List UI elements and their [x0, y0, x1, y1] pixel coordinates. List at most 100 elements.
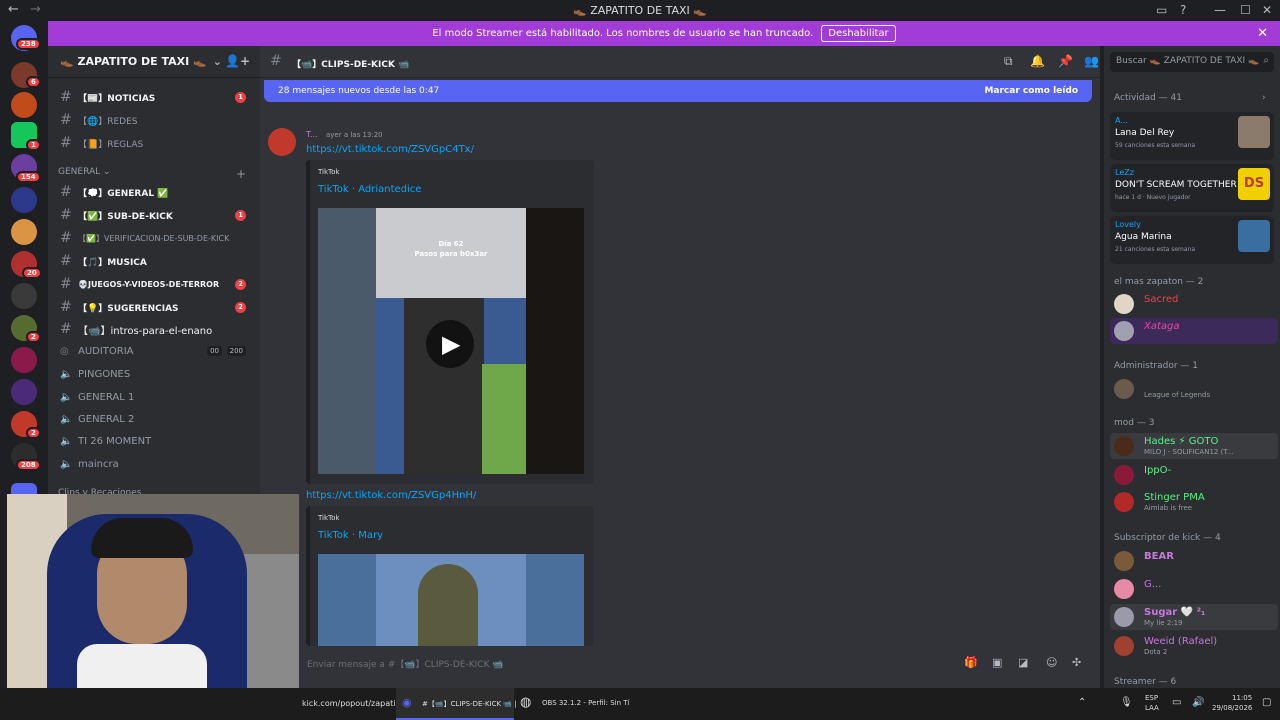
help-icon[interactable]: ? [1180, 3, 1186, 17]
channel-item[interactable]: # 【🎵】MUSICA [48, 250, 260, 272]
invite-people-icon[interactable]: 👤+ [225, 54, 250, 68]
channel-item[interactable]: # 【✅】VERIFICACION-DE-SUB-DE-KICK [48, 227, 260, 249]
voice-channel-item[interactable]: 🔈 TI 26 MOMENT [48, 430, 260, 452]
member-name: Weeid (Rafael) [1144, 636, 1218, 647]
taskbar-obs-item[interactable]: ◍ OBS 32.1.2 - Perfil: Sin Tí [518, 688, 638, 720]
mark-as-read-button[interactable]: Marcar como leído [984, 86, 1078, 96]
keyboard-layout[interactable]: LAA [1145, 704, 1159, 712]
member-item[interactable]: BEAR [1110, 548, 1278, 574]
hash-icon: # [60, 299, 72, 315]
channel-item[interactable]: # 【📙】REGLAS [48, 132, 260, 154]
threads-icon[interactable]: ⧉ [1004, 54, 1013, 69]
video-blur-right [526, 208, 584, 474]
video-thumbnail[interactable]: Día 62 Pasos para b0x3ar ▶ [318, 208, 584, 474]
server-icon[interactable] [11, 92, 37, 118]
apps-icon[interactable]: ✣ [1072, 656, 1081, 669]
embed-title[interactable]: TikTok · Adriantedice [318, 184, 421, 195]
webcam-person-hair [91, 518, 193, 558]
voice-channel-item[interactable]: ◎ AUDITORIA 00 200 [48, 340, 260, 362]
server-icon[interactable] [11, 219, 37, 245]
member-list-icon[interactable]: 👥 [1084, 54, 1099, 68]
channel-item[interactable]: # 【📹】intros-para-el-enano [48, 318, 260, 340]
server-icon[interactable] [11, 379, 37, 405]
gift-icon[interactable]: 🎁 [964, 656, 978, 669]
video-background-object [482, 364, 526, 474]
member-item[interactable]: League of Legends [1110, 376, 1278, 402]
voice-channel-item[interactable]: 🔈 GENERAL 1 [48, 386, 260, 408]
server-icon[interactable] [11, 187, 37, 213]
webcam-overlay [7, 494, 299, 714]
member-item[interactable]: G... [1110, 576, 1278, 602]
taskbar-discord-item[interactable]: ◉ #【📹】CLIPS-DE-KICK 📹 | [396, 688, 517, 720]
embed-title[interactable]: TikTok · Mary [318, 530, 383, 541]
activity-user: Lovely [1115, 220, 1141, 229]
channel-item[interactable]: # 【💡】SUGERENCIAS 2 [48, 296, 260, 318]
channel-name: 【📰】NOTICIAS [78, 93, 156, 104]
close-window-icon[interactable]: ✕ [1262, 3, 1272, 17]
member-item[interactable]: Stinger PMA Aimlab is free [1110, 489, 1278, 515]
member-name: G... [1144, 579, 1162, 590]
video-caption-line2: Pasos para b0x3ar [414, 250, 488, 258]
sticker-icon[interactable]: ◪ [1018, 656, 1028, 669]
voice-channel-item[interactable]: 🔈 PINGONES [48, 363, 260, 385]
member-item[interactable]: Hades ⚡ GOTO MILO J - SOLIFICAN12 (T... [1110, 433, 1278, 459]
channel-item[interactable]: # 💀JUEGOS-Y-VIDEOS-DE-TERROR 2 [48, 273, 260, 295]
member-item[interactable]: IppO- [1110, 462, 1278, 488]
clock-time[interactable]: 11:05 [1232, 694, 1252, 702]
message-composer[interactable]: Enviar mensaje a #【📹】CLIPS-DE-KICK 📹 🎁 ▣… [300, 650, 1100, 676]
tray-chevron-up-icon[interactable]: ⌃ [1078, 697, 1086, 708]
member-item[interactable]: Weeid (Rafael) Dota 2 [1110, 633, 1278, 659]
clock-date[interactable]: 29/08/2026 [1212, 704, 1252, 712]
minimize-icon[interactable]: — [1214, 3, 1226, 17]
activity-card[interactable]: Lovely Agua Marina 21 canciones esta sem… [1110, 216, 1274, 264]
network-icon[interactable]: ▭ [1172, 697, 1181, 708]
channel-item[interactable]: # 【🌐】REDES [48, 109, 260, 131]
language-code[interactable]: ESP [1145, 694, 1158, 702]
stage-icon: ◎ [60, 345, 69, 357]
channel-item[interactable]: # 【📰】NOTICIAS 1 [48, 86, 260, 108]
volume-icon[interactable]: 🔊 [1192, 697, 1204, 708]
play-icon: ▶ [442, 330, 461, 358]
emoji-icon[interactable]: ☺ [1046, 656, 1057, 669]
server-badge: 154 [16, 171, 41, 183]
inbox-icon[interactable]: ▭ [1156, 3, 1167, 17]
taskbar-browser-item[interactable]: kick.com/popout/zapati [302, 699, 396, 708]
search-input[interactable]: Buscar 👞 ZAPATITO DE TAXI 👞 ⌕ [1110, 52, 1274, 72]
activity-label: Actividad — 41 [1114, 93, 1182, 103]
chevron-right-icon[interactable]: › [1262, 93, 1266, 103]
gif-icon[interactable]: ▣ [992, 656, 1002, 669]
activity-subtitle: hace 1 d · Nuevo jugador [1115, 194, 1191, 201]
activity-header[interactable]: Actividad — 41 › [1114, 93, 1266, 103]
member-status: My lie 2:19 [1144, 619, 1183, 627]
avatar[interactable] [268, 128, 296, 156]
member-name: Sacred [1144, 294, 1179, 305]
activity-card[interactable]: A... Lana Del Rey 59 canciones esta sema… [1110, 112, 1274, 160]
server-icon[interactable] [11, 347, 37, 373]
server-icon[interactable] [11, 283, 37, 309]
voice-channel-item[interactable]: 🔈 maincra [48, 453, 260, 475]
guild-header[interactable]: 👞 ZAPATITO DE TAXI 👞 ⌄ 👤+ [48, 46, 260, 78]
new-messages-bar[interactable]: 28 mensajes nuevos desde las 0:47 Marcar… [264, 80, 1092, 102]
channel-item[interactable]: # 【💭】GENERAL ✅ [48, 181, 260, 203]
message-author[interactable]: T... [306, 130, 318, 139]
close-banner-icon[interactable]: ✕ [1257, 26, 1268, 41]
microphone-icon[interactable]: 🎙 [1120, 697, 1133, 708]
notification-icon[interactable]: ▢ [1262, 697, 1271, 708]
add-channel-icon[interactable]: + [236, 167, 246, 181]
bell-icon[interactable]: 🔔 [1030, 54, 1045, 68]
activity-card[interactable]: LeZz DON'T SCREAM TOGETHER hace 1 d · Nu… [1110, 164, 1274, 212]
play-button[interactable]: ▶ [426, 320, 474, 368]
channel-item[interactable]: # 【✅】SUB-DE-KICK 1 [48, 204, 260, 226]
pin-icon[interactable]: 📌 [1058, 54, 1073, 68]
avatar [1114, 492, 1134, 512]
message-link[interactable]: https://vt.tiktok.com/ZSVGp4HnH/ [306, 490, 476, 501]
disable-streamer-button[interactable]: Deshabilitar [821, 25, 896, 42]
voice-channel-item[interactable]: 🔈 GENERAL 2 [48, 408, 260, 430]
member-item[interactable]: Sacred [1110, 291, 1278, 317]
message-link[interactable]: https://vt.tiktok.com/ZSVGpC4Tx/ [306, 144, 474, 155]
category-general[interactable]: GENERAL ⌄ + [58, 167, 246, 181]
member-item[interactable]: Sugar 🤍 ²₁ My lie 2:19 [1110, 604, 1278, 630]
member-item[interactable]: Xataga [1110, 318, 1278, 344]
video-thumbnail[interactable] [318, 554, 584, 646]
maximize-icon[interactable]: ☐ [1240, 3, 1251, 17]
